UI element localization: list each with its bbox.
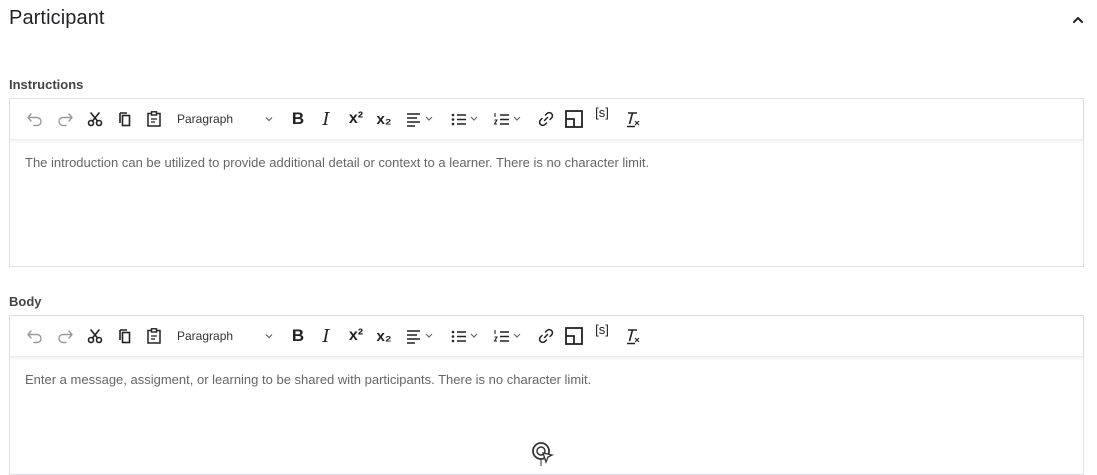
subscript-button[interactable]: x₂	[372, 324, 396, 348]
placeholder-tag-icon: [s]	[595, 322, 609, 337]
cut-icon[interactable]	[83, 107, 107, 131]
superscript-icon: x²	[348, 327, 364, 344]
superscript-button[interactable]: x²	[343, 324, 369, 348]
clear-formatting-icon[interactable]	[621, 107, 645, 131]
subscript-icon: x₂	[376, 110, 392, 128]
format-select-value: Paragraph	[177, 112, 234, 126]
chevron-up-icon[interactable]	[1070, 12, 1086, 28]
redo-icon[interactable]	[53, 107, 77, 131]
cut-icon[interactable]	[83, 324, 107, 348]
paste-icon[interactable]	[142, 107, 166, 131]
align-dropdown[interactable]	[403, 107, 439, 131]
format-select[interactable]: Paragraph	[170, 107, 278, 131]
superscript-icon: x²	[348, 110, 364, 127]
placeholder-tag-icon: [s]	[595, 105, 609, 120]
body-toolbar: Paragraph B I x² x₂ [s]	[10, 316, 1083, 357]
bold-button[interactable]: B	[287, 324, 309, 348]
paste-icon[interactable]	[142, 324, 166, 348]
link-icon[interactable]	[534, 107, 558, 131]
copy-icon[interactable]	[113, 324, 137, 348]
copy-icon[interactable]	[113, 107, 137, 131]
instructions-content[interactable]: The introduction can be utilized to prov…	[25, 155, 649, 170]
bullet-list-icon	[451, 113, 478, 126]
subscript-button[interactable]: x₂	[372, 107, 396, 131]
placeholder-button[interactable]: [s]	[590, 105, 614, 129]
body-content[interactable]: Enter a message, assigment, or learning …	[25, 372, 591, 387]
align-left-icon	[407, 113, 433, 127]
bold-button[interactable]: B	[287, 107, 309, 131]
busy-cursor-icon	[530, 440, 556, 471]
bullet-list-dropdown[interactable]	[448, 107, 484, 131]
superscript-button[interactable]: x²	[343, 107, 369, 131]
format-select-value: Paragraph	[177, 329, 234, 343]
bullet-list-icon	[451, 330, 478, 343]
italic-icon: I	[322, 325, 330, 347]
insert-media-icon[interactable]	[562, 324, 586, 348]
italic-icon: I	[322, 108, 330, 130]
numbered-list-icon	[493, 330, 521, 342]
instructions-label: Instructions	[9, 77, 84, 92]
chevron-down-icon	[265, 334, 273, 339]
subscript-icon: x₂	[376, 327, 392, 345]
body-label: Body	[9, 294, 42, 309]
bullet-list-dropdown[interactable]	[448, 324, 484, 348]
insert-media-icon[interactable]	[562, 107, 586, 131]
link-icon[interactable]	[534, 324, 558, 348]
section-title: Participant	[9, 7, 105, 29]
undo-icon[interactable]	[23, 107, 47, 131]
numbered-list-icon	[493, 113, 521, 125]
instructions-editor: Paragraph B I x² x₂ [s] The introduction…	[9, 98, 1084, 267]
italic-button[interactable]: I	[315, 107, 337, 131]
bold-icon: B	[291, 326, 305, 345]
redo-icon[interactable]	[53, 324, 77, 348]
instructions-toolbar: Paragraph B I x² x₂ [s]	[10, 99, 1083, 140]
undo-icon[interactable]	[23, 324, 47, 348]
clear-formatting-icon[interactable]	[621, 324, 645, 348]
placeholder-button[interactable]: [s]	[590, 322, 614, 346]
numbered-list-dropdown[interactable]	[491, 107, 527, 131]
chevron-down-icon	[265, 117, 273, 122]
numbered-list-dropdown[interactable]	[491, 324, 527, 348]
format-select[interactable]: Paragraph	[170, 324, 278, 348]
section-header: Participant	[9, 6, 1086, 34]
align-dropdown[interactable]	[403, 324, 439, 348]
italic-button[interactable]: I	[315, 324, 337, 348]
bold-icon: B	[291, 109, 305, 128]
align-left-icon	[407, 330, 433, 344]
